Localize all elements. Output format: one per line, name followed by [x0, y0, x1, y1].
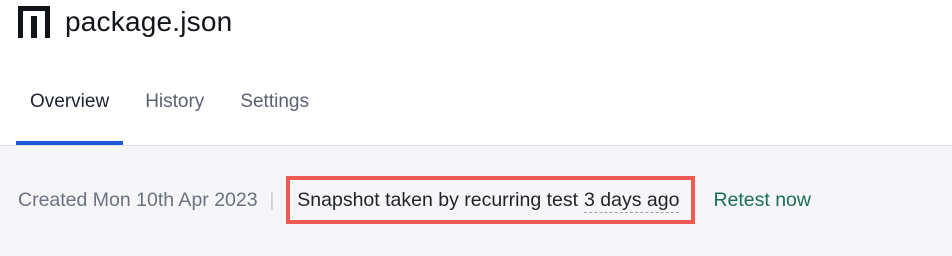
tab-label: History	[145, 91, 205, 112]
snapshot-info-highlight: Snapshot taken by recurring test 3 days …	[286, 176, 696, 224]
separator: |	[269, 189, 275, 210]
page-title: package.json	[65, 6, 233, 37]
snapshot-time-ago[interactable]: 3 days ago	[584, 188, 680, 213]
title-row: package.json	[18, 4, 232, 40]
tab-bar: Overview History Settings	[16, 68, 331, 146]
page-header: package.json Overview History Settings	[0, 0, 952, 146]
tab-settings[interactable]: Settings	[226, 68, 323, 146]
tab-label: Settings	[240, 91, 309, 112]
npm-logo-icon	[18, 6, 50, 38]
created-date: Created Mon 10th Apr 2023	[18, 188, 258, 211]
meta-row: Created Mon 10th Apr 2023 | Snapshot tak…	[18, 176, 811, 224]
tab-history[interactable]: History	[131, 68, 218, 146]
retest-now-link[interactable]: Retest now	[713, 189, 811, 212]
snapshot-meta-bar: Created Mon 10th Apr 2023 | Snapshot tak…	[0, 146, 952, 256]
snapshot-text: Snapshot taken by recurring test	[297, 188, 579, 211]
tab-label: Overview	[30, 91, 110, 112]
tab-overview[interactable]: Overview	[16, 68, 124, 146]
